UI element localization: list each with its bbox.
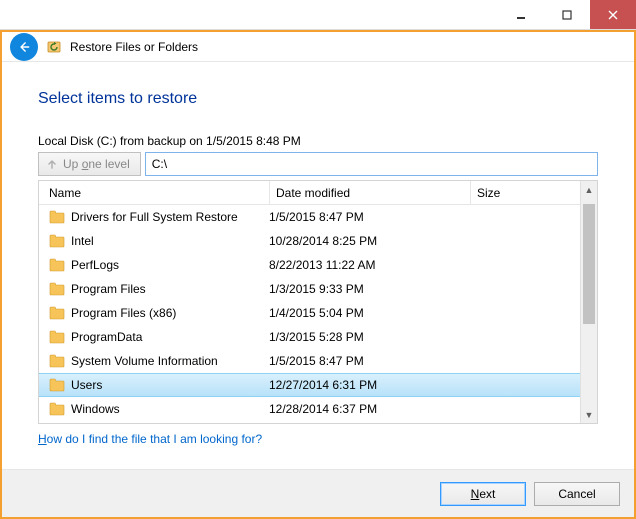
footer: Next Cancel [2,469,634,517]
folder-icon [49,234,65,248]
table-row[interactable]: Drivers for Full System Restore 1/5/2015 … [39,205,597,229]
item-name: Users [71,378,102,392]
folder-icon [49,258,65,272]
scroll-up-arrow-icon[interactable]: ▲ [581,181,597,198]
folder-icon [49,378,65,392]
content-area: Select items to restore Local Disk (C:) … [2,62,634,469]
up-button-label: Up one level [63,157,130,171]
wizard-title: Restore Files or Folders [70,40,198,54]
cell-date: 12/28/2014 6:37 PM [269,402,463,416]
next-button[interactable]: Next [440,482,526,506]
cell-name: Windows [49,402,269,416]
scroll-track[interactable] [581,198,597,406]
cell-name: System Volume Information [49,354,269,368]
restore-app-icon [46,39,62,55]
cell-name: Intel [49,234,269,248]
item-name: Windows [71,402,120,416]
close-button[interactable] [590,0,636,29]
folder-icon [49,210,65,224]
wizard-header: Restore Files or Folders [2,32,634,62]
cell-date: 1/3/2015 5:28 PM [269,330,463,344]
cell-date: 10/28/2014 8:25 PM [269,234,463,248]
cell-date: 1/5/2015 8:47 PM [269,210,463,224]
cell-name: Users [49,378,269,392]
item-name: ProgramData [71,330,142,344]
column-size[interactable]: Size [477,186,579,200]
item-name: PerfLogs [71,258,119,272]
item-name: Intel [71,234,94,248]
scroll-thumb[interactable] [583,204,595,324]
cell-name: Program Files [49,282,269,296]
help-link[interactable]: How do I find the file that I am looking… [38,432,598,446]
column-date[interactable]: Date modified [276,186,470,200]
item-name: Program Files (x86) [71,306,176,320]
table-row[interactable]: Program Files 1/3/2015 9:33 PM [39,277,597,301]
folder-icon [49,402,65,416]
cell-date: 8/22/2013 11:22 AM [269,258,463,272]
path-input[interactable] [145,152,598,176]
folder-icon [49,306,65,320]
cell-date: 12/27/2014 6:31 PM [269,378,463,392]
backup-subtitle: Local Disk (C:) from backup on 1/5/2015 … [38,134,598,148]
up-one-level-button[interactable]: Up one level [38,152,141,176]
file-rows: Drivers for Full System Restore 1/5/2015 … [39,205,597,423]
table-row[interactable]: Windows 12/28/2014 6:37 PM [39,397,597,421]
scroll-down-arrow-icon[interactable]: ▼ [581,406,597,423]
cell-date: 1/3/2015 9:33 PM [269,282,463,296]
table-row[interactable]: ProgramData 1/3/2015 5:28 PM [39,325,597,349]
cell-name: ProgramData [49,330,269,344]
table-row[interactable]: Intel 10/28/2014 8:25 PM [39,229,597,253]
cell-name: Program Files (x86) [49,306,269,320]
page-heading: Select items to restore [38,90,598,108]
cell-date: 1/5/2015 8:47 PM [269,354,463,368]
minimize-button[interactable] [498,0,544,29]
folder-icon [49,330,65,344]
back-button[interactable] [10,33,38,61]
table-row[interactable]: Users 12/27/2014 6:31 PM [39,373,597,397]
wizard-frame: Restore Files or Folders Select items to… [0,30,636,519]
item-name: Drivers for Full System Restore [71,210,238,224]
cancel-button[interactable]: Cancel [534,482,620,506]
maximize-button[interactable] [544,0,590,29]
item-name: Program Files [71,282,146,296]
path-row: Up one level [38,152,598,176]
folder-icon [49,282,65,296]
wizard-inner: Restore Files or Folders Select items to… [1,31,635,518]
folder-icon [49,354,65,368]
vertical-scrollbar[interactable]: ▲ ▼ [580,181,597,423]
cell-name: PerfLogs [49,258,269,272]
table-row[interactable]: Program Files (x86) 1/4/2015 5:04 PM [39,301,597,325]
cell-name: Drivers for Full System Restore [49,210,269,224]
column-name[interactable]: Name [49,186,269,200]
table-row[interactable]: PerfLogs 8/22/2013 11:22 AM [39,253,597,277]
cell-date: 1/4/2015 5:04 PM [269,306,463,320]
arrow-up-icon [45,157,59,171]
item-name: System Volume Information [71,354,218,368]
titlebar [0,0,636,30]
column-headers[interactable]: Name Date modified Size [39,181,597,205]
arrow-left-icon [17,40,31,54]
table-row[interactable]: System Volume Information 1/5/2015 8:47 P… [39,349,597,373]
file-list: Name Date modified Size Drivers for Full… [38,180,598,424]
